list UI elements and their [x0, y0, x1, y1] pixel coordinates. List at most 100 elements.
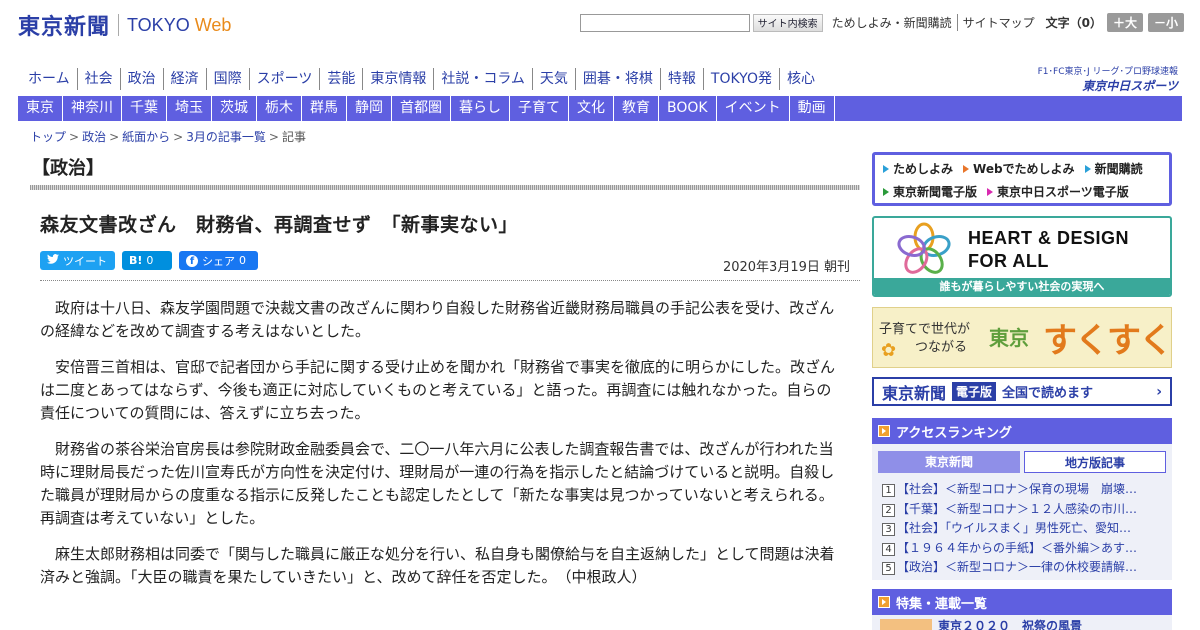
nav-special-report[interactable]: 特報 — [659, 68, 703, 90]
breadcrumb-politics[interactable]: 政治 — [82, 130, 106, 144]
region-gunma[interactable]: 群馬 — [302, 96, 347, 121]
logo-divider — [118, 14, 120, 36]
region-shizuoka[interactable]: 静岡 — [347, 96, 392, 121]
article-paragraph: 安倍晋三首相は、官邸で記者団から手記に関する受け止めを聞かれ「財務省で事実を徹底… — [40, 358, 836, 422]
ranking-item[interactable]: 3 【社会】「ウイルスまく」男性死亡、愛知… — [882, 519, 1166, 539]
region-shutoken[interactable]: 首都圏 — [392, 96, 451, 121]
main-nav: ホーム 社会 政治 経済 国際 スポーツ 芸能 東京情報 社説・コラム 天気 囲… — [18, 68, 822, 90]
region-tochigi[interactable]: 栃木 — [257, 96, 302, 121]
nav-living[interactable]: 暮らし — [451, 96, 510, 121]
hatena-count: 0 — [146, 254, 154, 267]
subscribe-link[interactable]: 新聞購読 — [1084, 160, 1143, 177]
site-search-button[interactable]: サイト内検索 — [752, 13, 823, 32]
sitemap-link[interactable]: サイトマップ — [958, 14, 1040, 31]
arrow-icon — [963, 165, 970, 173]
nav-home[interactable]: ホーム — [18, 68, 77, 90]
article-headline: 森友文書改ざん 財務省、再調査せず 「新事実ない」 — [40, 214, 519, 236]
tokyo-sukusuku-banner[interactable]: 子育てで世代が ✿ つながる 東京 すくすく — [872, 307, 1173, 368]
region-tokyo[interactable]: 東京 — [18, 96, 63, 121]
sukusuku-tagline-2: つながる — [915, 340, 968, 355]
nav-sports[interactable]: スポーツ — [248, 68, 320, 90]
facebook-share-button[interactable]: f シェア 0 — [179, 251, 258, 270]
feature-list: 東京２０２０ 祝祭の風景 — [872, 615, 1172, 630]
section-title: 【政治】 — [32, 158, 104, 179]
nav-book[interactable]: BOOK — [659, 96, 717, 121]
nav-weather[interactable]: 天気 — [531, 68, 575, 90]
feature-item[interactable]: 東京２０２０ 祝祭の風景 — [938, 617, 1082, 630]
ranking-item[interactable]: 2 【千葉】＜新型コロナ＞１２人感染の市川… — [882, 500, 1166, 520]
ranking-item[interactable]: 1 【社会】＜新型コロナ＞保育の現場 崩壊… — [882, 480, 1166, 500]
site-logo[interactable]: 東京新聞 TOKYO Web — [18, 10, 231, 40]
font-smaller-button[interactable]: －小 — [1147, 13, 1184, 32]
trial-subscribe-link[interactable]: ためしよみ・新聞購読 — [827, 14, 958, 31]
region-ibaraki[interactable]: 茨城 — [212, 96, 257, 121]
heart-design-tagline: 誰もが暮らしやすい社会の実現へ — [874, 278, 1170, 295]
breadcrumb-top[interactable]: トップ — [30, 130, 66, 144]
trial-link[interactable]: ためしよみ — [883, 160, 953, 177]
arrow-icon — [987, 188, 994, 196]
ranking-tab-local[interactable]: 地方版記事 — [1024, 451, 1166, 473]
ranking-tab-tokyo[interactable]: 東京新聞 — [878, 451, 1020, 473]
search-input[interactable] — [579, 13, 750, 32]
twitter-bird-icon — [47, 254, 59, 267]
heart-design-title: HEART & DESIGN FOR ALL — [968, 228, 1130, 271]
subscribe-links-box: ためしよみ Webでためしよみ 新聞購読 東京新聞電子版 東京中日スポーツ電子版 — [872, 152, 1172, 206]
article-divider — [40, 280, 860, 281]
facebook-share-count: 0 — [239, 254, 246, 267]
digital-edition-banner[interactable]: 東京新聞 電子版 全国で読めます › — [872, 377, 1172, 406]
arrow-icon — [1084, 165, 1091, 173]
ranking-item[interactable]: 4 【１９６４年からの手紙】＜番外編＞あす… — [882, 539, 1166, 559]
chevron-right-icon: › — [1156, 383, 1162, 400]
nav-event[interactable]: イベント — [717, 96, 790, 121]
chunichi-name: 東京中日スポーツ — [1082, 79, 1178, 93]
tweet-label: ツイート — [63, 254, 107, 268]
nav-parenting[interactable]: 子育て — [510, 96, 569, 121]
logo-web: Web — [194, 14, 232, 35]
sukusuku-logo-text: すくすく — [1043, 321, 1173, 361]
nav-society[interactable]: 社会 — [76, 68, 120, 90]
font-larger-button[interactable]: ＋大 — [1106, 13, 1143, 32]
nav-tokyo-info[interactable]: 東京情報 — [362, 68, 433, 90]
nav-editorial-column[interactable]: 社説・コラム — [433, 68, 532, 90]
ed-text: 全国で読めます — [1002, 386, 1094, 401]
region-nav: 東京 神奈川 千葉 埼玉 茨城 栃木 群馬 静岡 首都圏 暮らし 子育て 文化 … — [18, 96, 1182, 121]
article-paragraph: 財務省の茶谷栄治官房長は参院財政金融委員会で、二〇一八年六月に公表した調査報告書… — [40, 440, 835, 527]
nav-education[interactable]: 教育 — [614, 96, 659, 121]
feature-header: 特集・連載一覧 — [872, 589, 1172, 615]
article-paragraph: 政府は十八日、森友学園問題で決裁文書の改ざんに関わり自殺した財務省近畿財務局職員… — [40, 299, 835, 340]
nav-economy[interactable]: 経済 — [162, 68, 206, 90]
hatena-bookmark-button[interactable]: B! 0 — [122, 251, 172, 270]
chunichi-digital-link[interactable]: 東京中日スポーツ電子版 — [987, 183, 1129, 200]
web-trial-link[interactable]: Webでためしよみ — [963, 160, 1075, 177]
heart-design-banner[interactable]: HEART & DESIGN FOR ALL 誰もが暮らしやすい社会の実現へ — [872, 216, 1172, 297]
breadcrumb-paper[interactable]: 紙面から — [122, 130, 170, 144]
nav-international[interactable]: 国際 — [205, 68, 249, 90]
nav-entertainment[interactable]: 芸能 — [319, 68, 362, 90]
digital-edition-link[interactable]: 東京新聞電子版 — [883, 183, 977, 200]
region-kanagawa[interactable]: 神奈川 — [63, 96, 122, 121]
ranking-item[interactable]: 5 【政治】＜新型コロナ＞一律の休校要請解… — [882, 558, 1166, 578]
region-saitama[interactable]: 埼玉 — [167, 96, 212, 121]
article-paragraph: 麻生太郎財務相は同委で「関与した職員に厳正な処分を行い、私自身も閣僚給与を自主返… — [40, 545, 835, 586]
nav-go-shogi[interactable]: 囲碁・将棋 — [574, 68, 660, 90]
nav-politics[interactable]: 政治 — [119, 68, 163, 90]
nav-culture[interactable]: 文化 — [569, 96, 614, 121]
breadcrumb: トップ > 政治 > 紙面から >3月の記事一覧 > 記事 — [30, 130, 306, 144]
tweet-button[interactable]: ツイート — [40, 251, 115, 270]
breadcrumb-march-list[interactable]: 3月の記事一覧 — [186, 130, 266, 144]
chunichi-sports-link[interactable]: F1･FC東京･J リーグ･プロ野球速報 東京中日スポーツ — [1038, 64, 1178, 94]
ed-badge: 電子版 — [952, 382, 997, 401]
share-buttons: ツイート B! 0 f シェア 0 — [40, 251, 258, 270]
nav-core[interactable]: 核心 — [778, 68, 822, 90]
nav-video[interactable]: 動画 — [790, 96, 835, 121]
section-arrow-icon — [878, 425, 890, 437]
region-chiba[interactable]: 千葉 — [122, 96, 167, 121]
top-utility-bar: サイト内検索 ためしよみ・新聞購読 サイトマップ 文字（0） ＋大 －小 — [579, 13, 1184, 32]
nav-tokyo-hatsu[interactable]: TOKYO発 — [702, 68, 779, 90]
arrow-icon — [883, 188, 889, 196]
font-size-label: 文字（0） — [1045, 16, 1102, 30]
article-date: 2020年3月19日 朝刊 — [722, 260, 850, 275]
ed-logo: 東京新聞 — [882, 383, 947, 403]
logo-jp: 東京新聞 — [18, 14, 111, 40]
feature-thumbnail[interactable] — [880, 619, 932, 630]
